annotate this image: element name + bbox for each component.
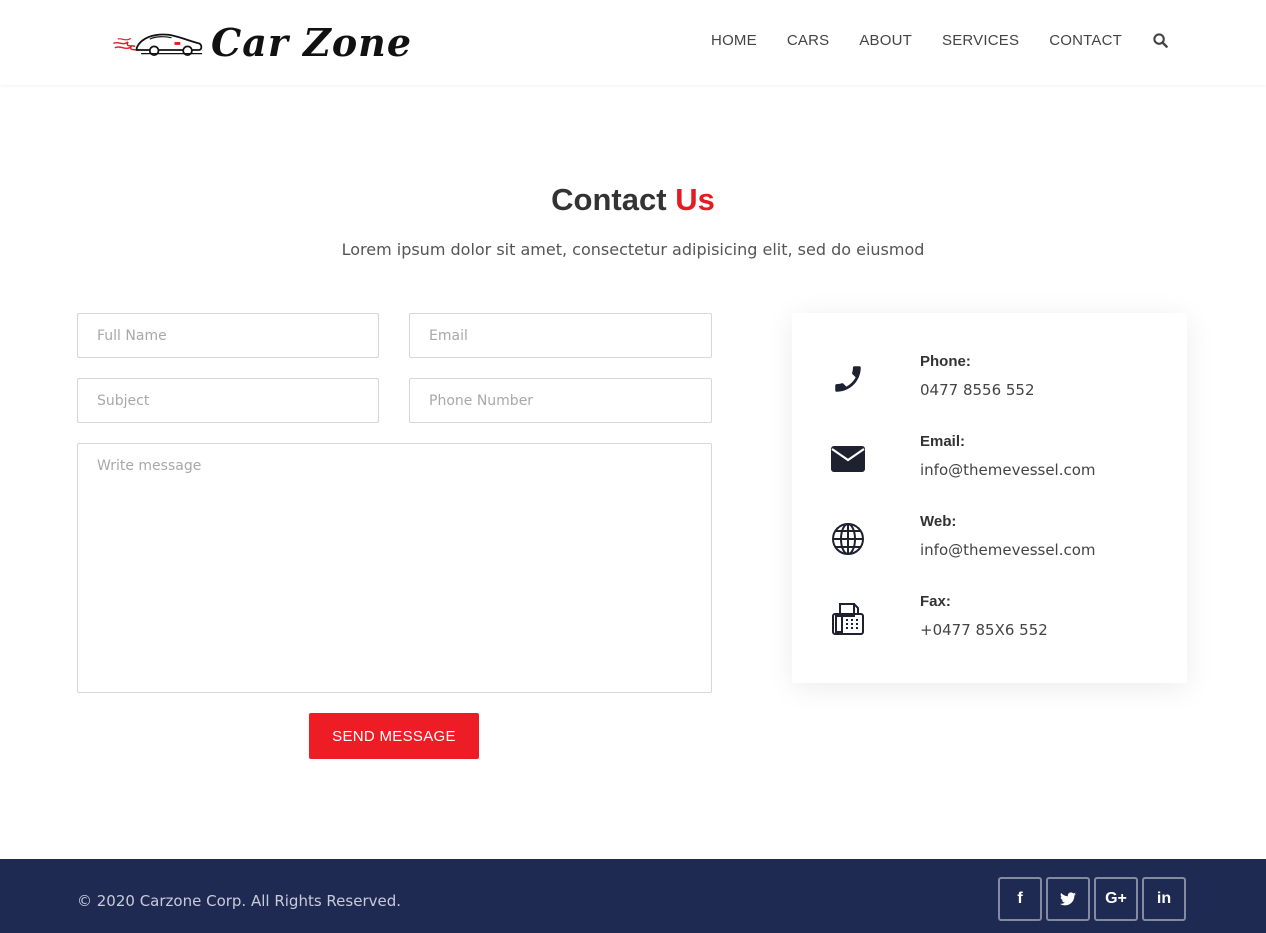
fax-label: Fax: (920, 593, 951, 610)
nav-services[interactable]: SERVICES (942, 32, 1019, 49)
nav-home[interactable]: HOME (711, 32, 757, 49)
site-header: Car Zone HOME CARS ABOUT SERVICES CONTAC… (0, 0, 1266, 85)
web-label: Web: (920, 513, 957, 530)
linkedin-icon[interactable]: in (1142, 877, 1186, 921)
phone-icon (830, 361, 866, 397)
phone-field-wrap (409, 378, 712, 423)
info-web: Web: info@themevessel.com (830, 513, 1160, 569)
phone-number-input[interactable] (410, 379, 711, 422)
fax-icon (830, 601, 866, 637)
nav-contact[interactable]: CONTACT (1049, 32, 1122, 49)
nav-about[interactable]: ABOUT (859, 32, 912, 49)
web-value[interactable]: info@themevessel.com (920, 541, 1096, 559)
subject-input[interactable] (78, 379, 378, 422)
envelope-icon (830, 441, 866, 477)
info-email: Email: info@themevessel.com (830, 433, 1160, 489)
main-nav: HOME CARS ABOUT SERVICES CONTACT (681, 32, 1168, 49)
facebook-icon[interactable]: f (998, 877, 1042, 921)
logo-text: Car Zone (210, 19, 412, 65)
phone-label: Phone: (920, 353, 971, 370)
car-logo-icon (113, 33, 203, 56)
message-field-wrap (77, 443, 712, 693)
contact-info-card: Phone: 0477 8556 552 Email: info@themeve… (792, 313, 1187, 683)
page-subtitle: Lorem ipsum dolor sit amet, consectetur … (341, 240, 925, 259)
title-main: Contact (551, 182, 667, 217)
site-footer: © 2020 Carzone Corp. All Rights Reserved… (0, 859, 1266, 933)
info-phone: Phone: 0477 8556 552 (830, 353, 1160, 409)
fax-value: +0477 85X6 552 (920, 621, 1048, 639)
phone-value: 0477 8556 552 (920, 381, 1035, 399)
full-name-input[interactable] (78, 314, 378, 357)
title-accent: Us (675, 182, 715, 217)
full-name-field-wrap (77, 313, 379, 358)
nav-cars[interactable]: CARS (787, 32, 829, 49)
twitter-icon[interactable]: t (1046, 877, 1090, 921)
email-label: Email: (920, 433, 966, 450)
facebook-glyph: f (1017, 890, 1023, 907)
message-textarea[interactable] (78, 444, 711, 692)
info-fax: Fax: +0477 85X6 552 (830, 593, 1160, 649)
search-icon[interactable] (1152, 33, 1168, 49)
subject-field-wrap (77, 378, 379, 423)
google-plus-glyph: G+ (1105, 890, 1127, 907)
send-message-button[interactable]: SEND MESSAGE (309, 713, 479, 759)
google-plus-icon[interactable]: G+ (1094, 877, 1138, 921)
page-title: Contact Us (0, 182, 1266, 218)
globe-icon (830, 521, 866, 557)
linkedin-glyph: in (1156, 890, 1172, 907)
email-input[interactable] (410, 314, 711, 357)
copyright-text: © 2020 Carzone Corp. All Rights Reserved… (77, 892, 402, 910)
logo[interactable]: Car Zone (112, 18, 412, 66)
email-field-wrap (409, 313, 712, 358)
email-value[interactable]: info@themevessel.com (920, 461, 1096, 479)
